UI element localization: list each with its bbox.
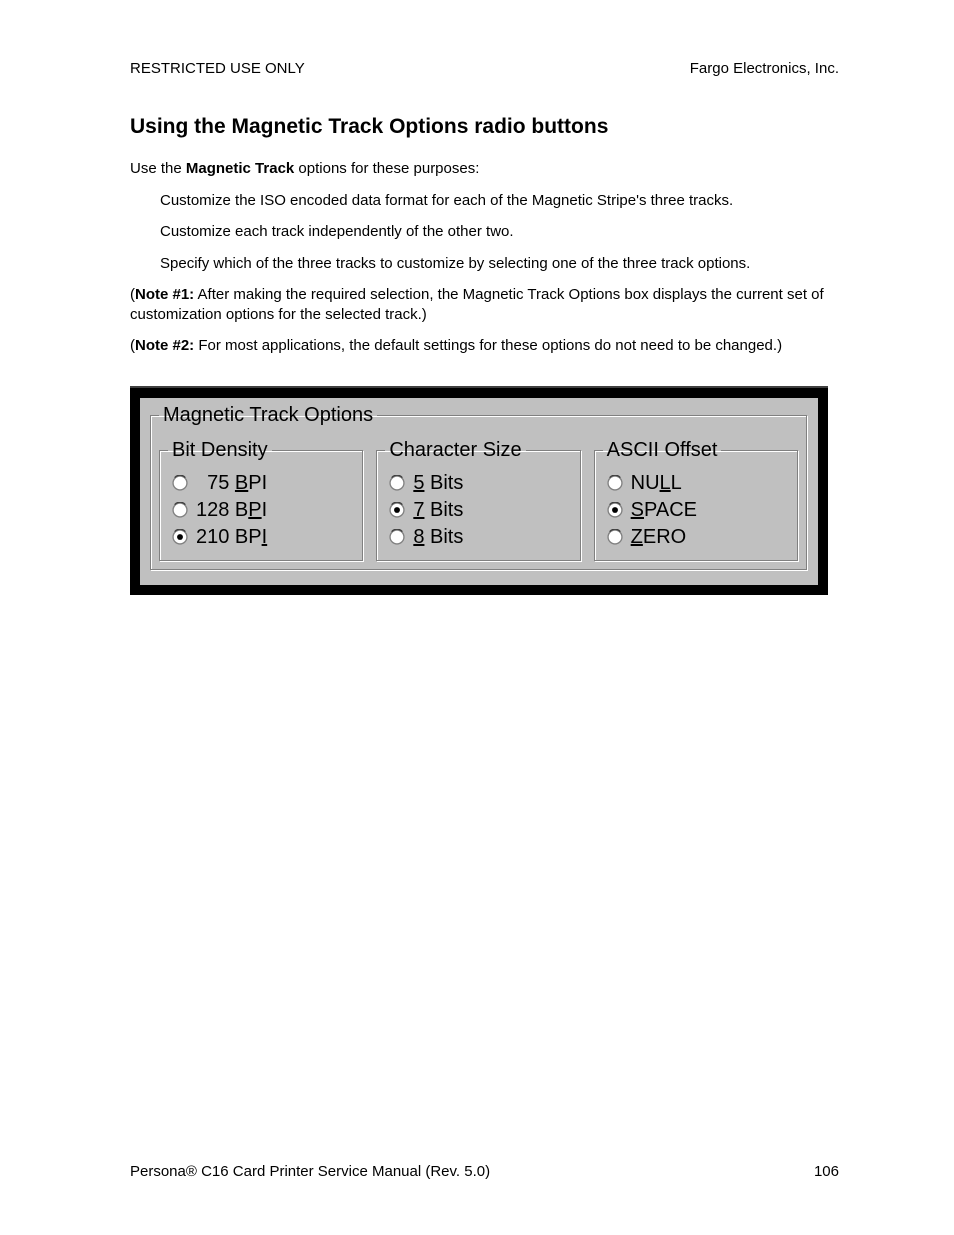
bullet-1: Customize the ISO encoded data format fo…	[160, 191, 839, 211]
note2-label: Note #2:	[135, 337, 194, 354]
header-left: RESTRICTED USE ONLY	[130, 60, 305, 77]
radio-label: 5 Bits	[413, 472, 463, 495]
radio-label: NULL	[631, 472, 682, 495]
bullet-3: Specify which of the three tracks to cus…	[160, 254, 839, 274]
dialog-screenshot: Magnetic Track Options Bit Density 75 BP…	[130, 386, 828, 595]
radio-unselected-icon	[607, 475, 623, 491]
group-character-size: Character Size 5 Bits 7 Bits 8 Bits	[376, 439, 581, 562]
intro-paragraph: Use the Magnetic Track options for these…	[130, 159, 839, 179]
radio-option[interactable]: ZERO	[607, 526, 790, 549]
footer-left: Persona® C16 Card Printer Service Manual…	[130, 1163, 490, 1180]
radio-option[interactable]: 75 BPI	[172, 472, 355, 495]
dialog-border: Magnetic Track Options Bit Density 75 BP…	[130, 388, 828, 595]
dialog-panel: Magnetic Track Options Bit Density 75 BP…	[140, 398, 818, 585]
group-row: Bit Density 75 BPI 128 BPI 210 BPI Characte…	[159, 439, 799, 562]
radio-label: 75 BPI	[196, 472, 267, 495]
note1-text: After making the required selection, the…	[130, 286, 824, 323]
radio-label: 8 Bits	[413, 526, 463, 549]
radio-unselected-icon	[389, 529, 405, 545]
radio-option[interactable]: SPACE	[607, 499, 790, 522]
page-header: RESTRICTED USE ONLY Fargo Electronics, I…	[130, 60, 839, 77]
radio-option[interactable]: 7 Bits	[389, 499, 572, 522]
page: RESTRICTED USE ONLY Fargo Electronics, I…	[0, 0, 954, 1235]
radio-unselected-icon	[607, 529, 623, 545]
radio-unselected-icon	[172, 502, 188, 518]
radio-selected-icon	[172, 529, 188, 545]
note-1: (Note #1: After making the required sele…	[130, 285, 839, 324]
main-legend: Magnetic Track Options	[159, 404, 377, 427]
radio-label: 7 Bits	[413, 499, 463, 522]
radio-option[interactable]: 8 Bits	[389, 526, 572, 549]
bullet-2: Customize each track independently of th…	[160, 222, 839, 242]
radio-selected-icon	[389, 502, 405, 518]
radio-label: SPACE	[631, 499, 697, 522]
radio-unselected-icon	[172, 475, 188, 491]
radio-label: ZERO	[631, 526, 687, 549]
footer-right: 106	[814, 1163, 839, 1180]
note2-text: For most applications, the default setti…	[194, 337, 782, 354]
radio-label: 210 BPI	[196, 526, 267, 549]
group-legend: Bit Density	[168, 439, 272, 462]
section-title: Using the Magnetic Track Options radio b…	[130, 115, 839, 139]
radio-option[interactable]: 5 Bits	[389, 472, 572, 495]
radio-option[interactable]: NULL	[607, 472, 790, 495]
note-2: (Note #2: For most applications, the def…	[130, 336, 839, 356]
note1-label: Note #1:	[135, 286, 194, 303]
radio-selected-icon	[607, 502, 623, 518]
intro-post: options for these purposes:	[294, 160, 479, 177]
radio-option[interactable]: 210 BPI	[172, 526, 355, 549]
intro-pre: Use the	[130, 160, 186, 177]
group-legend: ASCII Offset	[603, 439, 722, 462]
radio-unselected-icon	[389, 475, 405, 491]
group-legend: Character Size	[385, 439, 525, 462]
page-footer: Persona® C16 Card Printer Service Manual…	[130, 1163, 839, 1180]
intro-bold: Magnetic Track	[186, 160, 294, 177]
group-ascii-offset: ASCII Offset NULL SPACE ZERO	[594, 439, 799, 562]
header-right: Fargo Electronics, Inc.	[690, 60, 839, 77]
radio-option[interactable]: 128 BPI	[172, 499, 355, 522]
radio-label: 128 BPI	[196, 499, 267, 522]
group-bit-density: Bit Density 75 BPI 128 BPI 210 BPI	[159, 439, 364, 562]
magnetic-track-options-group: Magnetic Track Options Bit Density 75 BP…	[150, 404, 808, 571]
